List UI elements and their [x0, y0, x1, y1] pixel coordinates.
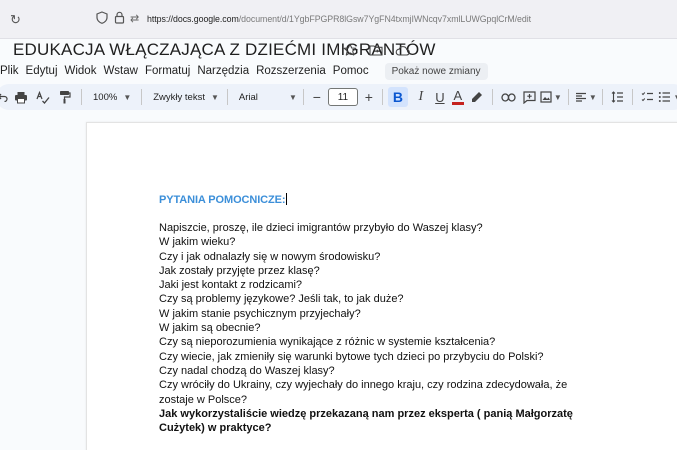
chevron-down-icon: ▼ [210, 92, 219, 102]
question-line[interactable]: Jak zostały przyjęte przez klasę? [159, 264, 599, 278]
formatting-toolbar: 100% ▼ Zwykły tekst ▼ Arial ▼ − 11 + B I… [0, 84, 677, 110]
menu-item-pomoc[interactable]: Pomoc [330, 65, 373, 77]
text-color-letter: A [453, 87, 463, 103]
add-comment-icon[interactable] [520, 87, 540, 107]
insert-image-icon[interactable]: ▼ [540, 87, 562, 107]
heading-text: PYTANIA POMOCNICZE: [159, 194, 286, 206]
menu-item-formatuj[interactable]: Formatuj [142, 65, 194, 77]
questions-list: Napiszcie, proszę, ile dzieci imigrantów… [159, 221, 599, 435]
question-line[interactable]: Czy wróciły do Ukrainy, czy wyjechały do… [159, 378, 599, 407]
move-to-folder-icon[interactable] [368, 42, 384, 58]
line-spacing-icon[interactable] [608, 87, 628, 107]
chevron-down-icon: ▼ [123, 92, 132, 102]
toolbar-divider [381, 89, 383, 105]
toolbar-divider [81, 89, 82, 105]
toolbar-divider [491, 89, 493, 105]
url-path: /document/d/1YgbFPGPR8lGsw7YgFN4txmjIWNc… [238, 14, 531, 24]
chevron-down-icon: ▼ [553, 92, 562, 102]
question-line[interactable]: W jakim są obecnie? [159, 321, 599, 335]
increase-font-size-button[interactable]: + [361, 87, 377, 107]
shield-icon[interactable] [96, 11, 108, 29]
browser-url-bar: ↻ ⇄ https://docs.google.com/document/d/1… [0, 0, 677, 39]
print-icon[interactable] [10, 87, 32, 107]
font-size-input[interactable]: 11 [327, 88, 358, 106]
toolbar-divider [141, 89, 143, 105]
lock-icon[interactable] [114, 11, 125, 29]
cloud-status-icon[interactable] [394, 42, 410, 58]
question-line[interactable]: W jakim wieku? [159, 235, 599, 249]
underline-button[interactable]: U [431, 87, 449, 107]
font-dropdown[interactable]: Arial ▼ [239, 92, 297, 103]
question-line[interactable]: Czy są problemy językowe? Jeśli tak, to … [159, 292, 599, 306]
final-question-line[interactable]: Jak wykorzystaliście wiedzę przekazaną n… [159, 407, 599, 436]
menu-item-widok[interactable]: Widok [62, 65, 101, 77]
menu-item-edytuj[interactable]: Edytuj [23, 65, 62, 77]
toolbar-divider [631, 89, 633, 105]
section-heading[interactable]: PYTANIA POMOCNICZE: [159, 193, 288, 206]
chevron-down-icon: ▼ [673, 93, 677, 102]
highlight-pen-icon[interactable] [467, 87, 487, 107]
menu-item-wstaw[interactable]: Wstaw [100, 65, 142, 77]
undo-icon[interactable] [0, 87, 10, 107]
menu-item-narzedzia[interactable]: Narzędzia [194, 65, 253, 77]
question-line[interactable]: Czy wiecie, jak zmieniły się warunki byt… [159, 350, 599, 364]
bulleted-list-icon[interactable]: ▼ [658, 87, 677, 107]
insert-link-icon[interactable] [498, 87, 520, 107]
bold-button[interactable]: B [387, 87, 408, 107]
paint-format-icon[interactable] [54, 87, 76, 107]
text-color-swatch [451, 101, 464, 105]
question-line[interactable]: Czy są nieporozumienia wynikające z różn… [159, 335, 599, 349]
show-changes-button[interactable]: Pokaż nowe zmiany [384, 62, 488, 80]
question-line[interactable]: Czy i jak odnalazły się w nowym środowis… [159, 250, 599, 264]
decrease-font-size-button[interactable]: − [309, 87, 325, 107]
paragraph-style-dropdown[interactable]: Zwykły tekst ▼ [153, 92, 219, 103]
spellcheck-icon[interactable] [32, 87, 54, 107]
menu-item-plik[interactable]: Plik [0, 65, 23, 77]
toolbar-divider [601, 89, 603, 105]
font-value: Arial [238, 91, 258, 103]
star-icon[interactable] [342, 42, 358, 58]
question-line[interactable]: Czy nadal chodzą do Waszej klasy? [159, 364, 599, 378]
align-left-icon[interactable]: ▼ [574, 87, 598, 107]
chevron-down-icon: ▼ [288, 92, 297, 102]
toolbar-divider [302, 89, 304, 105]
zoom-dropdown[interactable]: 100% ▼ [93, 92, 131, 103]
browser-window: ↻ ⇄ https://docs.google.com/document/d/1… [0, 0, 677, 450]
question-line[interactable]: Napiszcie, proszę, ile dzieci imigrantów… [159, 221, 599, 235]
zoom-value: 100% [93, 91, 118, 103]
title-icons [342, 42, 410, 58]
paragraph-style-value: Zwykły tekst [153, 91, 205, 103]
menu-item-rozszerzenia[interactable]: Rozszerzenia [253, 65, 330, 77]
italic-button[interactable]: I [411, 87, 431, 107]
text-cursor [286, 193, 288, 205]
url-field[interactable]: https://docs.google.com/document/d/1YgbF… [147, 14, 531, 24]
chevron-down-icon: ▼ [588, 92, 597, 102]
permissions-icon[interactable]: ⇄ [130, 12, 139, 25]
question-line[interactable]: W jakim stanie psychicznym przyjechały? [159, 307, 599, 321]
toolbar-divider [226, 89, 228, 105]
reload-icon[interactable]: ↻ [10, 12, 21, 28]
checklist-icon[interactable] [638, 87, 658, 107]
url-host: https://docs.google.com [147, 14, 239, 24]
question-line[interactable]: Jaki jest kontakt z rodzicami? [159, 278, 599, 292]
text-color-button[interactable]: A [449, 87, 467, 107]
toolbar-divider [567, 89, 569, 105]
menu-bar: Plik Edytuj Widok Wstaw Formatuj Narzędz… [0, 62, 488, 80]
